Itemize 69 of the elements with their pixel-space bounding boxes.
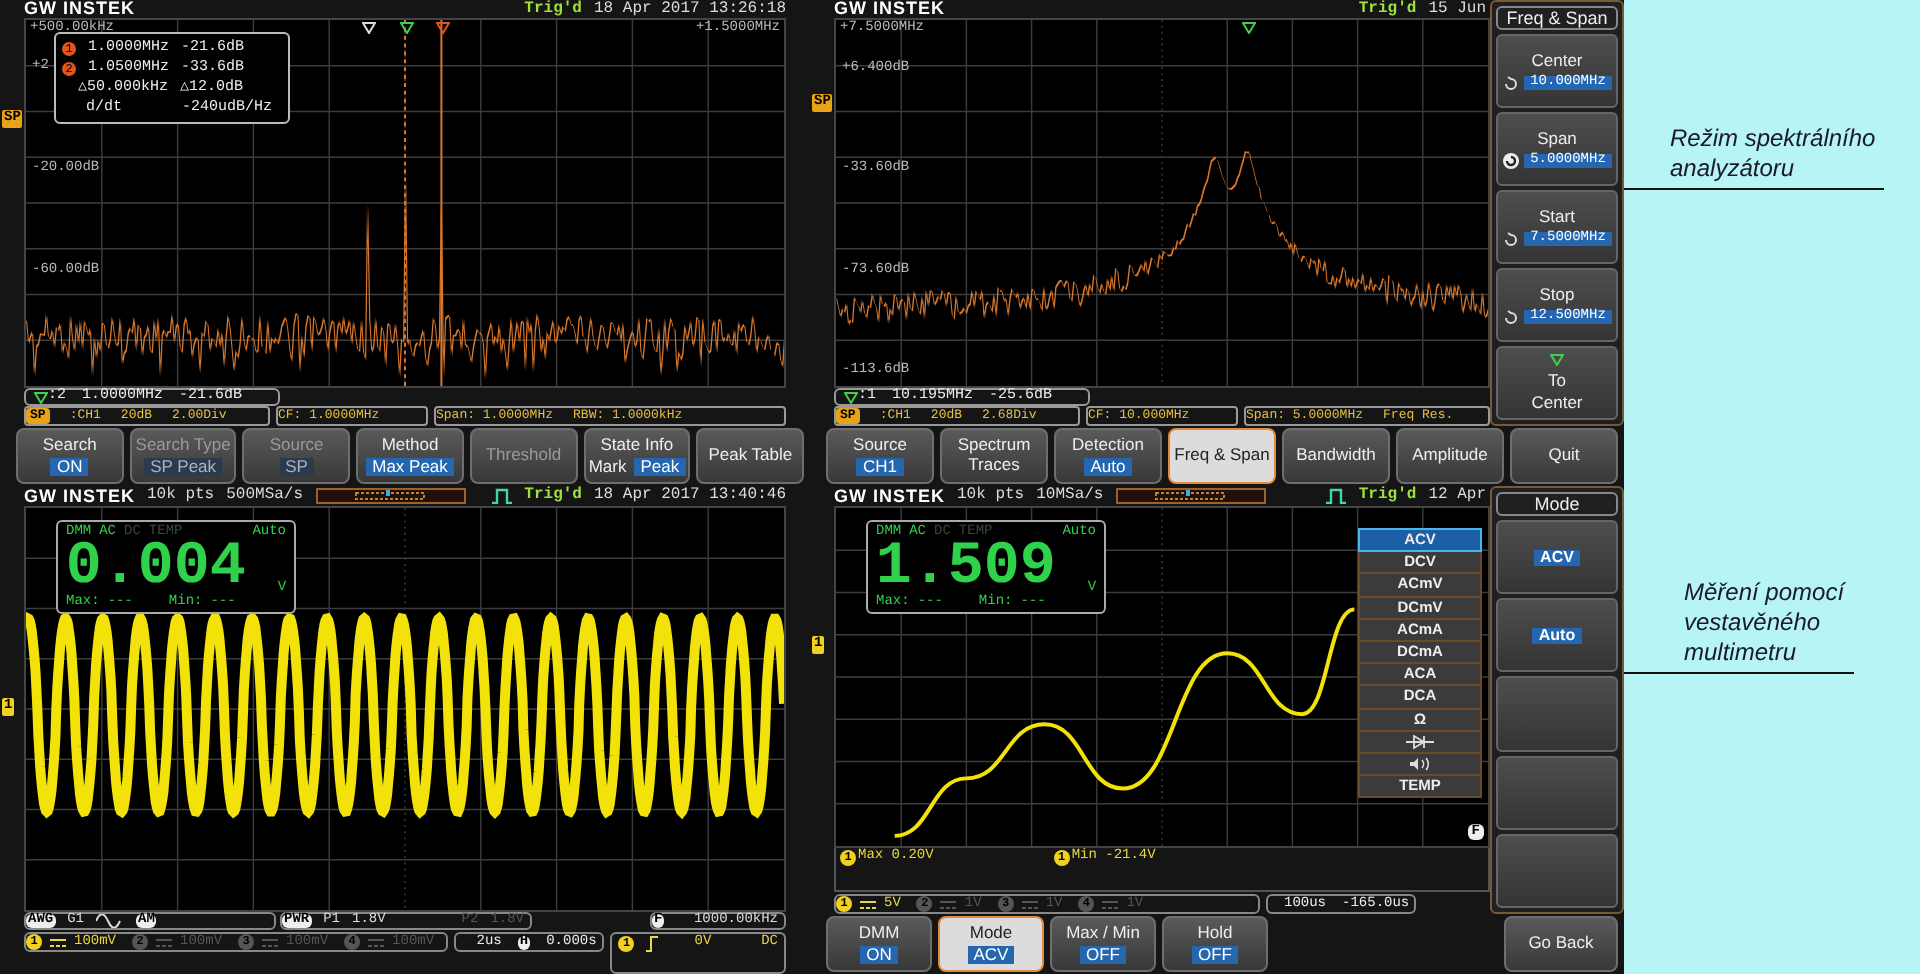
- dc-coupling-icon: [1021, 899, 1038, 909]
- brand-logo: GW INSTEK: [834, 487, 945, 505]
- dc-coupling-icon: [940, 899, 957, 909]
- marker-icon: [844, 391, 858, 403]
- softkey-button[interactable]: Quit: [1510, 428, 1618, 484]
- softkey-button[interactable]: Bandwidth: [1282, 428, 1390, 484]
- dc-coupling-icon: [368, 937, 385, 947]
- speaker-icon: [1410, 755, 1430, 772]
- memory-bar-icon: [1115, 488, 1266, 504]
- trigger-status: Trig'd: [1358, 1, 1417, 17]
- brand-logo: GW INSTEK: [834, 0, 945, 18]
- annotation-text: Režim spektrálního analyzátoru: [1670, 124, 1878, 184]
- diode-icon: [1406, 733, 1434, 750]
- meter-reading: 1.509: [875, 540, 1056, 596]
- trigger-status: Trig'd: [524, 488, 582, 504]
- date-time: 15 Jun: [1428, 1, 1486, 17]
- dc-coupling-icon: [50, 937, 66, 947]
- date-time: 18 Apr 2017 13:26:18: [593, 1, 786, 17]
- menu-button[interactable]: To Center: [1496, 346, 1618, 420]
- softkey-button[interactable]: Search ON: [16, 428, 124, 484]
- memory-bar-icon: [315, 488, 466, 504]
- annotation-text: Měření pomocí vestavěného multimetru: [1684, 578, 1848, 668]
- softkey-button[interactable]: Detection Auto: [1054, 428, 1162, 484]
- marker-icon: [361, 22, 376, 34]
- sine-wave-icon: [96, 914, 125, 928]
- softkey-button[interactable]: Amplitude: [1396, 428, 1504, 484]
- mode-option[interactable]: [1360, 731, 1480, 752]
- dc-coupling-icon: [1102, 899, 1119, 909]
- menu-button[interactable]: [1496, 833, 1618, 909]
- pulse-icon: [1326, 488, 1347, 504]
- softkey-button[interactable]: Peak Table: [696, 428, 805, 484]
- softkey-button[interactable]: Freq & Span: [1168, 428, 1276, 484]
- softkey-button[interactable]: Source CH1: [826, 428, 934, 484]
- menu-button[interactable]: [1496, 676, 1618, 752]
- sample-rate: 500MSa/s: [226, 488, 304, 504]
- brand-logo: GW INSTEK: [24, 0, 135, 18]
- marker-icon: [1241, 22, 1255, 34]
- mode-option[interactable]: [1360, 753, 1480, 775]
- record-length: 10k pts: [147, 488, 215, 504]
- sample-rate: 10MSa/s: [1036, 488, 1104, 504]
- date-time: 18 Apr 2017 13:40:46: [593, 488, 786, 504]
- menu-button[interactable]: [1496, 755, 1618, 830]
- marker-icon: [1550, 354, 1564, 367]
- softkey-button[interactable]: Method Max Peak: [356, 428, 464, 484]
- record-length: 10k pts: [957, 488, 1025, 504]
- brand-logo: GW INSTEK: [24, 487, 135, 505]
- softkey-button[interactable]: State Info Mark Peak: [583, 428, 691, 484]
- pulse-icon: [492, 488, 513, 504]
- trigger-status: Trig'd: [1358, 488, 1417, 504]
- softkey-button[interactable]: Spectrum Traces: [940, 428, 1048, 484]
- marker-icon: [436, 22, 451, 34]
- meter-reading: 0.004: [65, 540, 246, 596]
- menu-title: Mode: [1496, 492, 1618, 516]
- date-time: 12 Apr: [1428, 488, 1486, 504]
- menu-button[interactable]: Auto: [1496, 598, 1618, 673]
- back-button[interactable]: Go Back: [1504, 916, 1618, 972]
- marker-icon: [34, 391, 48, 403]
- menu-title: Freq & Span: [1496, 6, 1618, 30]
- dc-coupling-icon: [156, 937, 173, 947]
- softkey-button[interactable]: Mode ACV: [938, 916, 1044, 972]
- softkey-button[interactable]: Max / Min OFF: [1050, 916, 1156, 972]
- softkey-button[interactable]: DMM ON: [826, 916, 932, 972]
- rising-edge-icon: [646, 936, 659, 952]
- dc-coupling-icon: [262, 937, 279, 947]
- trigger-status: Trig'd: [524, 1, 582, 17]
- softkey-button[interactable]: Hold OFF: [1162, 916, 1268, 972]
- menu-button[interactable]: ACV: [1496, 520, 1618, 595]
- dc-coupling-icon: [860, 899, 876, 909]
- marker-icon: [400, 22, 414, 34]
